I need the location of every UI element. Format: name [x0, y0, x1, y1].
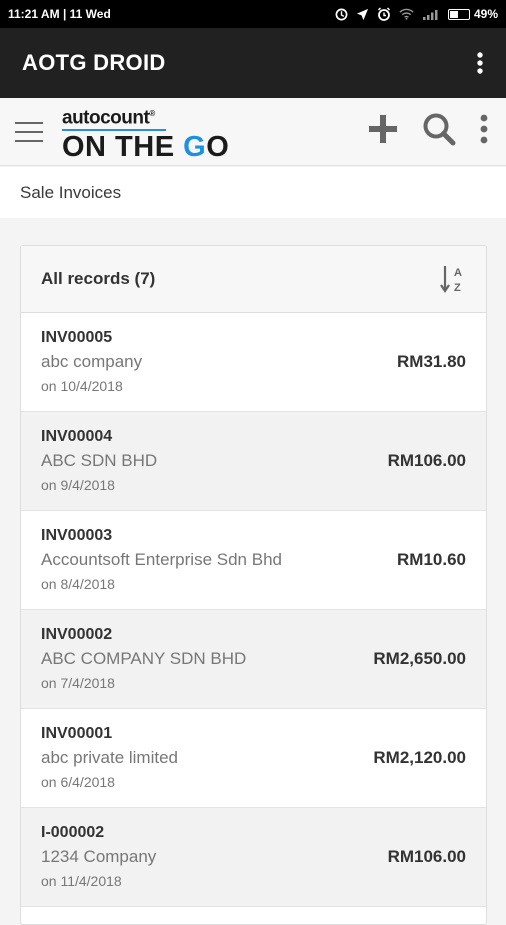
invoice-row[interactable]: INV00005 abc company on 10/4/2018 RM31.80 — [21, 313, 486, 412]
invoice-amount: RM106.00 — [387, 847, 466, 866]
invoice-info: INV00003 Accountsoft Enterprise Sdn Bhd on… — [41, 525, 282, 595]
invoice-info: INV00004 ABC SDN BHD on 9/4/2018 — [41, 426, 157, 496]
wifi-icon — [399, 8, 414, 20]
sync-icon — [335, 8, 348, 20]
battery-percent: 49% — [473, 7, 498, 21]
window-title-bar: AOTG DROID — [0, 28, 506, 98]
logo-tagline-end: O — [206, 131, 230, 164]
invoice-row[interactable]: INV00004 ABC SDN BHD on 9/4/2018 RM106.00 — [21, 412, 486, 511]
customer-name: 1234 Company — [41, 847, 157, 866]
invoice-row[interactable]: INV00003 Accountsoft Enterprise Sdn Bhd on… — [21, 511, 486, 610]
logo-registered-mark: ® — [149, 109, 155, 118]
search-icon — [423, 113, 456, 146]
records-count-label: All records (7) — [41, 269, 156, 288]
app-overflow-button[interactable] — [480, 114, 488, 144]
invoice-number: INV00003 — [41, 527, 113, 544]
page-title: Sale Invoices — [0, 167, 506, 218]
logo-brand: autocount® — [62, 104, 229, 128]
status-bar: 11:21 AM | 11 Wed 49% — [0, 0, 506, 28]
invoice-number: INV00002 — [41, 626, 113, 643]
app-logo: autocount® ON THE GO — [62, 104, 229, 163]
svg-text:A: A — [454, 267, 462, 279]
hamburger-line — [15, 122, 43, 124]
sort-alpha-icon: AZ — [440, 266, 462, 294]
status-left: 11:21 AM | 11 Wed — [8, 7, 111, 21]
sort-button[interactable]: AZ — [440, 264, 466, 294]
svg-text:Z: Z — [454, 282, 461, 294]
invoice-date: on 8/4/2018 — [41, 576, 115, 592]
invoice-info: I-000002 1234 Company on 11/4/2018 — [41, 822, 156, 892]
customer-name: abc company — [41, 352, 143, 371]
app-bar: autocount® ON THE GO — [0, 98, 506, 166]
logo-tagline: ON THE GO — [62, 131, 229, 163]
search-button[interactable] — [422, 112, 456, 146]
app-bar-actions — [368, 112, 488, 146]
status-date: 11 Wed — [69, 7, 111, 21]
invoice-number: I-000002 — [41, 824, 105, 841]
status-time: 11:21 AM — [8, 7, 60, 21]
add-button[interactable] — [368, 114, 398, 144]
invoice-amount: RM2,650.00 — [373, 649, 466, 668]
invoice-row[interactable]: INV00001 abc private limited on 6/4/2018 RM… — [21, 709, 486, 808]
status-icons: 49% — [335, 7, 498, 21]
overflow-menu-icon — [480, 114, 488, 144]
status-separator: | — [62, 7, 67, 21]
invoice-info: INV00005 abc company on 10/4/2018 — [41, 327, 142, 397]
records-header: All records (7) AZ — [21, 246, 486, 313]
hamburger-line — [15, 140, 43, 142]
invoice-date: on 10/4/2018 — [41, 378, 123, 394]
invoice-amount: RM2,120.00 — [373, 748, 466, 767]
invoice-row[interactable]: I-000002 1234 Company on 11/4/2018 RM106.00 — [21, 808, 486, 907]
logo-brand-text: autocount — [62, 107, 150, 129]
invoice-info: INV00001 abc private limited on 6/4/2018 — [41, 723, 178, 793]
records-list: INV00005 abc company on 10/4/2018 RM31.80 IN… — [21, 313, 486, 907]
battery-fill — [449, 10, 458, 18]
battery-icon — [447, 8, 470, 20]
invoice-number: INV00005 — [41, 329, 113, 346]
invoice-amount: RM106.00 — [387, 451, 466, 470]
logo-tagline-g: G — [183, 131, 207, 164]
customer-name: Accountsoft Enterprise Sdn Bhd — [41, 550, 282, 569]
customer-name: ABC SDN BHD — [41, 451, 158, 470]
invoice-amount: RM10.60 — [397, 550, 466, 569]
customer-name: abc private limited — [41, 748, 179, 767]
add-icon — [369, 115, 397, 143]
overflow-menu-icon[interactable] — [476, 51, 484, 75]
invoice-date: on 11/4/2018 — [41, 873, 122, 889]
invoice-date: on 9/4/2018 — [41, 477, 115, 493]
records-card: All records (7) AZ INV00005 abc company on… — [20, 245, 487, 925]
battery-indicator: 49% — [447, 7, 498, 21]
invoice-number: INV00004 — [41, 428, 113, 445]
hamburger-line — [15, 131, 43, 133]
invoice-date: on 7/4/2018 — [41, 675, 115, 691]
hamburger-menu-icon[interactable] — [15, 122, 43, 142]
invoice-number: INV00001 — [41, 725, 113, 742]
customer-name: ABC COMPANY SDN BHD — [41, 649, 247, 668]
window-title: AOTG DROID — [22, 50, 166, 75]
invoice-info: INV00002 ABC COMPANY SDN BHD on 7/4/2018 — [41, 624, 246, 694]
signal-icon — [422, 10, 438, 20]
invoice-row[interactable]: INV00002 ABC COMPANY SDN BHD on 7/4/2018 RM… — [21, 610, 486, 709]
logo-tagline-start: ON THE — [62, 131, 184, 164]
alarm-icon — [377, 7, 390, 21]
invoice-date: on 6/4/2018 — [41, 774, 115, 790]
location-icon — [356, 8, 369, 20]
invoice-amount: RM31.80 — [397, 352, 466, 371]
